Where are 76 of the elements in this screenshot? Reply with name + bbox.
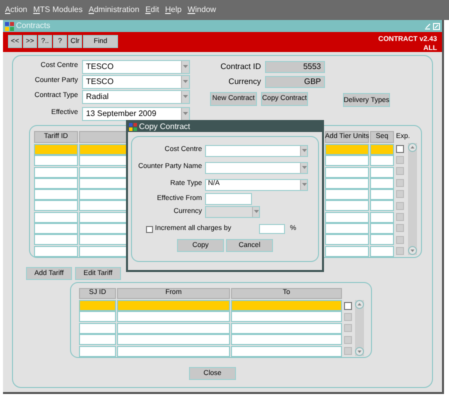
input-field[interactable] <box>259 224 285 234</box>
table-cell[interactable] <box>117 334 230 346</box>
menu-item[interactable]: Help <box>165 4 182 16</box>
field-label: Contract ID <box>220 60 262 72</box>
table-cell[interactable] <box>325 189 369 200</box>
menu-item[interactable]: MTS Modules <box>33 4 83 16</box>
table-cell[interactable] <box>231 311 342 322</box>
dropdown-field[interactable] <box>205 144 308 156</box>
table-cell[interactable] <box>370 144 394 155</box>
table-cell[interactable] <box>370 166 394 178</box>
scroll-up-icon <box>355 300 364 309</box>
table-cell[interactable] <box>370 223 394 234</box>
table-cell[interactable] <box>79 334 116 346</box>
menu-item[interactable]: Edit <box>145 4 160 16</box>
table-cell[interactable] <box>117 300 230 311</box>
table-cell[interactable] <box>34 189 78 200</box>
table-cell[interactable] <box>231 300 342 311</box>
table-cell[interactable] <box>325 200 369 212</box>
table-cell[interactable] <box>370 200 394 212</box>
table-cell[interactable] <box>370 178 394 189</box>
dropdown-field[interactable]: Radial <box>82 90 190 104</box>
dialog-title: Copy Contract <box>139 121 190 133</box>
table-cell[interactable] <box>325 166 369 178</box>
scrollbar[interactable] <box>355 300 364 356</box>
table-cell[interactable] <box>117 311 230 322</box>
table-cell[interactable] <box>34 144 78 155</box>
table-cell[interactable] <box>34 212 78 223</box>
menu-item[interactable]: Window <box>188 4 216 16</box>
table-cell[interactable] <box>117 322 230 334</box>
table-cell[interactable] <box>79 346 116 357</box>
dropdown-field[interactable] <box>205 162 308 174</box>
checkbox[interactable] <box>396 144 404 153</box>
table-cell[interactable] <box>325 234 369 246</box>
table-cell[interactable] <box>370 212 394 223</box>
table-cell[interactable] <box>325 223 369 234</box>
app-icon <box>129 123 137 131</box>
menu-item[interactable]: Action <box>5 4 28 16</box>
table-cell[interactable] <box>34 234 78 246</box>
table-cell[interactable] <box>34 200 78 212</box>
table-cell[interactable] <box>325 144 369 155</box>
scrollbar[interactable] <box>408 143 417 255</box>
table-cell[interactable] <box>34 223 78 234</box>
table-cell[interactable] <box>325 212 369 223</box>
checkbox[interactable] <box>344 302 352 310</box>
checkbox[interactable] <box>146 226 153 233</box>
table-cell[interactable] <box>231 334 342 346</box>
table-cell[interactable] <box>79 300 116 311</box>
readonly-field: GBP <box>265 76 325 88</box>
window-title: Contracts <box>16 20 52 32</box>
table-cell[interactable] <box>370 234 394 246</box>
table-cell[interactable] <box>231 346 342 357</box>
table-cell[interactable] <box>34 155 78 166</box>
readonly-field: 5553 <box>265 60 325 72</box>
menu-item[interactable]: Administration <box>88 4 140 16</box>
dropdown-field[interactable]: TESCO <box>82 74 190 88</box>
input-field[interactable] <box>205 193 252 206</box>
table-cell[interactable] <box>79 311 116 322</box>
table-cell[interactable] <box>325 246 369 257</box>
table-cell[interactable] <box>370 155 394 166</box>
app-icon <box>5 22 14 30</box>
maximize-icon <box>433 22 440 30</box>
table-cell[interactable] <box>34 166 78 178</box>
dropdown-field[interactable]: TESCO <box>82 60 190 74</box>
table-cell[interactable] <box>34 178 78 189</box>
table-cell[interactable] <box>325 155 369 166</box>
table-cell[interactable] <box>117 346 230 357</box>
field-label: Currency <box>228 76 262 88</box>
table-cell[interactable] <box>325 178 369 189</box>
scroll-down-icon <box>408 246 417 255</box>
table-cell[interactable] <box>370 246 394 257</box>
table-cell[interactable] <box>370 189 394 200</box>
table-cell[interactable] <box>34 246 78 257</box>
table-cell[interactable] <box>79 322 116 334</box>
dropdown-field[interactable]: 13 September 2009 <box>82 106 190 120</box>
table-cell[interactable] <box>231 322 342 334</box>
scroll-up-icon <box>408 143 417 152</box>
